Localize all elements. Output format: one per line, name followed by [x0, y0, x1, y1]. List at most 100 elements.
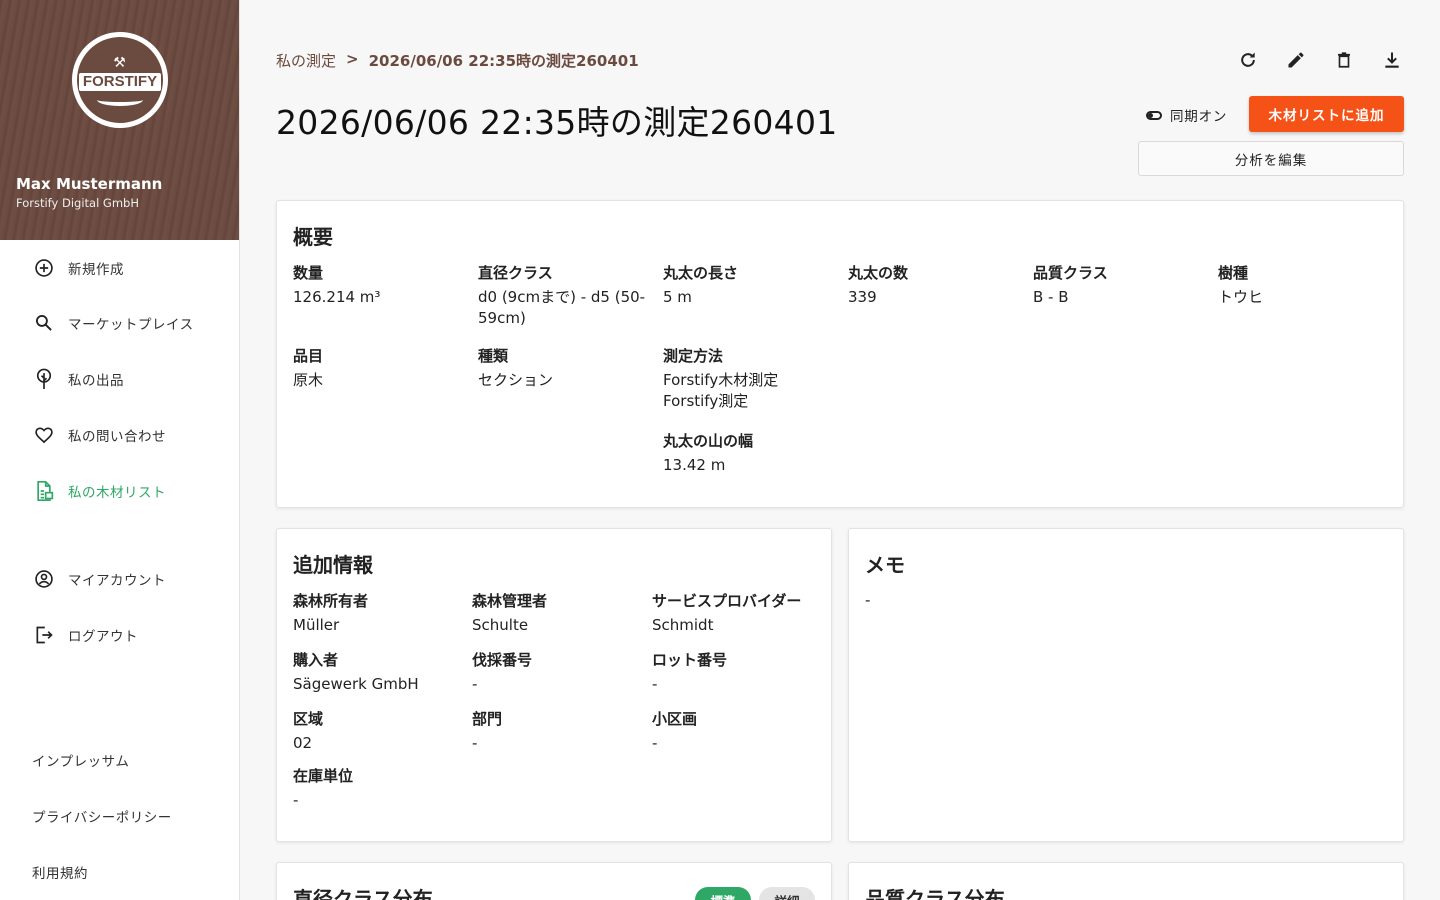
field-stock-unit: 在庫単位 -	[293, 766, 463, 811]
field-label: 種類	[478, 347, 509, 365]
field-lot-number: ロット番号 -	[652, 650, 822, 695]
field-quality-class: 品質クラス B - B	[1033, 263, 1203, 308]
field-label: 数量	[293, 264, 324, 282]
search-icon	[33, 312, 55, 334]
field-value: セクション	[478, 371, 554, 389]
breadcrumb-separator: >	[346, 50, 359, 68]
nav-item-my-listings[interactable]: 私の出品	[0, 359, 240, 399]
field-label: 品目	[293, 347, 324, 365]
nav-item-my-inquiries[interactable]: 私の問い合わせ	[0, 415, 240, 455]
user-name: Max Mustermann	[16, 175, 163, 193]
crossed-axes-icon: ⚒	[113, 54, 127, 71]
nav-label: マーケットプレイス	[68, 317, 194, 333]
nav-item-logout[interactable]: ログアウト	[0, 615, 240, 655]
field-value: Forstify木材測定 Forstify測定	[663, 371, 779, 410]
nav-label: 私の出品	[68, 373, 124, 389]
card-title: メモ	[865, 553, 905, 577]
field-label: 区域	[293, 710, 324, 728]
field-label: 森林所有者	[293, 592, 369, 610]
quality-distribution-card: 品質クラス分布	[848, 862, 1404, 900]
card-title: 追加情報	[293, 553, 373, 577]
add-to-timber-list-button[interactable]: 木材リストに追加	[1249, 96, 1404, 132]
document-list-icon	[33, 480, 55, 502]
page-title: 2026/06/06 22:35時の測定260401	[276, 103, 838, 142]
refresh-icon[interactable]	[1236, 46, 1260, 74]
field-value: トウヒ	[1218, 288, 1264, 306]
field-label: 丸太の長さ	[663, 264, 739, 282]
account-circle-icon	[33, 568, 55, 590]
nav-label: 新規作成	[68, 262, 124, 278]
card-title: 品質クラス分布	[865, 887, 1005, 900]
field-label: 森林管理者	[472, 592, 548, 610]
field-value: Müller	[293, 616, 340, 634]
user-company: Forstify Digital GmbH	[16, 196, 139, 210]
sync-toggle[interactable]: 同期オン	[1146, 105, 1227, 125]
card-title: 概要	[293, 225, 333, 249]
footer-link-privacy[interactable]: プライバシーポリシー	[32, 806, 172, 826]
memo-value: -	[865, 591, 871, 609]
logo-emblem: ⚒ FORSTIFY	[77, 37, 163, 123]
field-label: 小区画	[652, 710, 698, 728]
breadcrumb-current: 2026/06/06 22:35時の測定260401	[368, 52, 639, 70]
field-value: Schmidt	[652, 616, 714, 634]
forstify-logo[interactable]: ⚒ FORSTIFY	[72, 32, 168, 128]
field-value: 339	[848, 288, 877, 306]
memo-card: メモ -	[848, 528, 1404, 842]
field-diameter-class: 直径クラス d0 (9cmまで) - d5 (50-59cm)	[478, 263, 648, 329]
card-title: 直径クラス分布	[293, 887, 433, 900]
field-sub-compartment: 小区画 -	[652, 709, 822, 754]
field-value: Schulte	[472, 616, 529, 634]
field-value: -	[293, 791, 299, 809]
field-tree-species: 樹種 トウヒ	[1218, 263, 1388, 308]
field-value: -	[472, 675, 478, 693]
field-forest-manager: 森林管理者 Schulte	[472, 591, 642, 636]
field-value: -	[472, 734, 478, 752]
field-log-count: 丸太の数 339	[848, 263, 1018, 308]
delete-icon[interactable]	[1332, 46, 1356, 74]
edit-icon[interactable]	[1284, 46, 1308, 74]
field-label: 樹種	[1218, 264, 1249, 282]
toggle-icon	[1146, 110, 1162, 120]
field-label: 購入者	[293, 651, 339, 669]
field-value: 13.42 m	[663, 456, 726, 474]
field-label: 伐採番号	[472, 651, 533, 669]
field-value: Sägewerk GmbH	[293, 675, 419, 693]
field-value: B - B	[1033, 288, 1069, 306]
logo-wave-icon	[97, 94, 143, 106]
nav-item-my-timber-list[interactable]: 私の木材リスト	[0, 471, 240, 511]
footer-link-imprint[interactable]: インプレッサム	[32, 750, 129, 770]
nav-label: 私の問い合わせ	[68, 429, 166, 445]
field-type: 種類 セクション	[478, 346, 648, 391]
field-item: 品目 原木	[293, 346, 463, 391]
breadcrumb: 私の測定 > 2026/06/06 22:35時の測定260401	[276, 50, 639, 71]
field-value: 原木	[293, 371, 324, 389]
field-label: 直径クラス	[478, 264, 553, 282]
sync-label: 同期オン	[1170, 109, 1228, 125]
logout-icon	[33, 624, 55, 646]
field-felling-number: 伐採番号 -	[472, 650, 642, 695]
breadcrumb-parent[interactable]: 私の測定	[276, 50, 336, 71]
field-label: 品質クラス	[1033, 264, 1108, 282]
download-icon[interactable]	[1380, 46, 1404, 74]
diameter-distribution-card: 直径クラス分布 標準 詳細	[276, 862, 832, 900]
footer-link-terms[interactable]: 利用規約	[32, 862, 88, 882]
add-circle-icon	[33, 257, 55, 279]
field-department: 部門 -	[472, 709, 642, 754]
field-service-provider: サービスプロバイダー Schmidt	[652, 591, 827, 636]
chip-standard[interactable]: 標準	[695, 887, 751, 900]
field-volume: 数量 126.214 m³	[293, 263, 463, 308]
field-value: 5 m	[663, 288, 692, 306]
field-measurement-method: 測定方法 Forstify木材測定 Forstify測定	[663, 346, 803, 412]
nav-item-marketplace[interactable]: マーケットプレイス	[0, 303, 240, 343]
nav-item-my-account[interactable]: マイアカウント	[0, 559, 240, 599]
chip-detailed[interactable]: 詳細	[759, 887, 815, 900]
field-value: -	[652, 675, 658, 693]
tree-icon	[33, 368, 55, 390]
heart-icon	[33, 424, 55, 446]
nav-label: マイアカウント	[68, 573, 166, 589]
field-buyer: 購入者 Sägewerk GmbH	[293, 650, 463, 695]
field-area: 区域 02	[293, 709, 463, 754]
field-value: d0 (9cmまで) - d5 (50-59cm)	[478, 288, 646, 327]
nav-item-create[interactable]: 新規作成	[0, 248, 240, 288]
edit-analysis-button[interactable]: 分析を編集	[1138, 141, 1404, 176]
